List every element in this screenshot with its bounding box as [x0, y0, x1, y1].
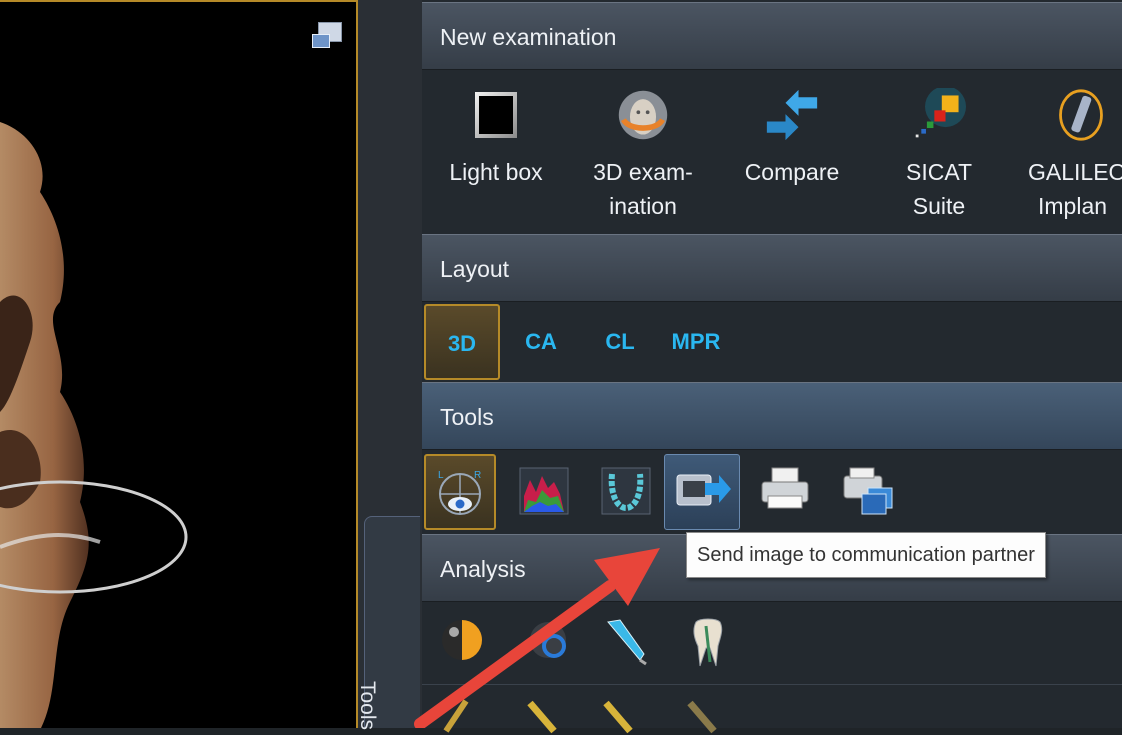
3d-examination-button[interactable]: 3D exam- ination — [578, 70, 708, 230]
svg-text:R: R — [474, 470, 481, 481]
send-image-button[interactable] — [664, 454, 740, 530]
sicat-label-1: SICAT — [905, 159, 973, 185]
light-box-label: Light box — [449, 159, 543, 185]
layout-tab-cl[interactable]: CL — [590, 304, 650, 380]
section-header-layout[interactable]: Layout — [422, 234, 1122, 302]
layout-tab-ca[interactable]: CA — [508, 304, 574, 380]
dental-arch-tool-button[interactable] — [590, 454, 662, 530]
light-box-icon — [475, 92, 517, 138]
galileos-implant-icon — [1059, 89, 1103, 141]
measure-pen-icon — [607, 619, 647, 666]
analysis-row-2 — [422, 684, 1122, 734]
light-box-button[interactable]: Light box — [436, 70, 556, 230]
tooth-tool-button[interactable] — [676, 604, 748, 680]
tooth-icon — [693, 618, 723, 667]
layout-tab-mpr[interactable]: MPR — [656, 304, 736, 380]
section-title: Tools — [440, 404, 494, 430]
orientation-eye-icon: L R — [438, 470, 481, 515]
side-tab-tools[interactable]: Tools — [356, 516, 420, 730]
3d-examination-label-2: ination — [609, 193, 677, 219]
new-examination-row: Light box 3D exam- ination Compare SICAT… — [422, 70, 1122, 232]
3d-examination-label-1: 3D exam- — [593, 159, 693, 185]
svg-text:L: L — [438, 470, 444, 481]
layout-tab-3d[interactable]: 3D — [424, 304, 500, 380]
implant-rod-icon — [443, 699, 469, 733]
layout-row: 3D CA CL MPR — [422, 304, 1122, 380]
histogram-icon — [519, 467, 569, 515]
measure-tool-button[interactable] — [590, 604, 662, 680]
implant-rod-icon — [603, 700, 633, 734]
compare-button[interactable]: Compare — [728, 70, 856, 230]
head-3d-icon — [618, 90, 668, 140]
galileos-label-1: GALILEO — [1028, 159, 1122, 185]
implant-tool-button-1[interactable] — [432, 685, 504, 733]
ring-icon — [530, 622, 566, 658]
histogram-tool-button[interactable] — [508, 454, 580, 530]
section-header-new-examination[interactable]: New examination — [422, 2, 1122, 70]
galileos-label-2: Implan — [1038, 193, 1108, 219]
sicat-icon — [915, 86, 966, 138]
compare-arrows-icon — [766, 89, 818, 141]
dental-arch-icon — [601, 467, 651, 515]
sphere-tool-button[interactable] — [428, 604, 500, 680]
ring-tool-button[interactable] — [514, 604, 586, 680]
implant-tool-button-2[interactable] — [512, 685, 584, 734]
tools-row: L R — [422, 454, 1122, 532]
sicat-label-2: Suite — [912, 193, 966, 219]
section-title: Analysis — [440, 556, 526, 582]
window-front-pane — [312, 34, 330, 48]
implant-tool-button-4[interactable] — [672, 685, 744, 734]
3d-viewport[interactable] — [0, 0, 358, 728]
section-header-tools[interactable]: Tools — [422, 382, 1122, 450]
compare-label: Compare — [744, 159, 840, 185]
section-title: Layout — [440, 256, 510, 282]
implant-rod-icon — [527, 700, 557, 734]
sicat-suite-button[interactable]: SICAT Suite — [884, 70, 994, 230]
side-tab-label: Tools — [356, 681, 379, 731]
skull-render — [0, 122, 188, 728]
section-title: New examination — [440, 24, 617, 50]
implant-tool-button-3[interactable] — [588, 685, 660, 734]
print-tool-button[interactable] — [748, 454, 820, 530]
sphere-icon — [442, 620, 482, 660]
orientation-tool-button[interactable]: L R — [424, 454, 496, 530]
multi-printer-icon — [843, 467, 893, 515]
send-image-tooltip: Send image to communication partner — [686, 532, 1046, 578]
printer-icon — [761, 467, 809, 509]
analysis-row — [422, 604, 1122, 684]
galileos-implant-button[interactable]: GALILEO Implan — [1022, 70, 1122, 230]
window-restore-icon[interactable] — [312, 22, 342, 48]
implant-rod-icon — [687, 700, 717, 734]
control-panel: New examination Light box 3D exam- inati… — [422, 0, 1122, 734]
batch-print-tool-button[interactable] — [828, 454, 900, 530]
send-image-icon — [676, 474, 731, 506]
